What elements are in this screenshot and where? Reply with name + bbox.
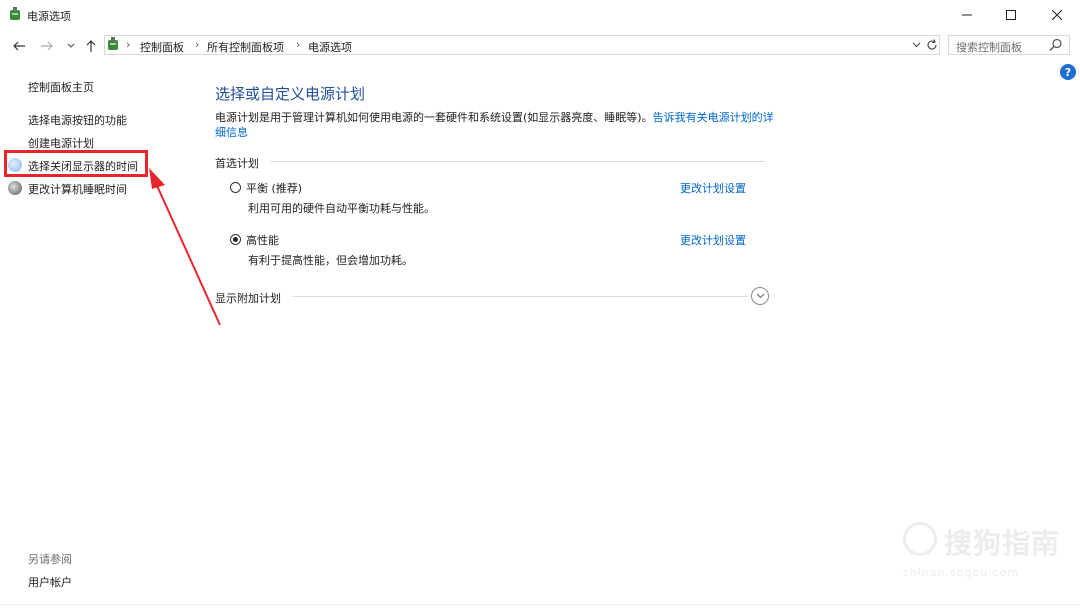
breadcrumb-separator-icon: ›	[296, 38, 301, 51]
back-button[interactable]	[10, 37, 28, 55]
preferred-plans-divider	[270, 161, 765, 162]
sidebar-link-create-plan[interactable]: 创建电源计划	[28, 135, 94, 151]
page-description: 电源计划是用于管理计算机如何使用电源的一套硬件和系统设置(如显示器亮度、睡眠等)…	[215, 110, 775, 140]
sidebar-link-power-buttons[interactable]: 选择电源按钮的功能	[28, 112, 127, 128]
chevron-down-icon	[912, 42, 920, 48]
control-panel-icon	[108, 37, 118, 50]
forward-button[interactable]	[38, 37, 56, 55]
high-performance-plan-description: 有利于提高性能，但会增加功耗。	[248, 254, 413, 267]
balanced-plan-name[interactable]: 平衡 (推荐)	[246, 180, 302, 196]
back-arrow-icon	[13, 41, 25, 51]
forward-arrow-icon	[41, 41, 53, 51]
sidebar-link-sleep[interactable]: 更改计算机睡眠时间	[28, 181, 127, 197]
maximize-button[interactable]	[988, 0, 1034, 30]
balanced-plan-description: 利用可用的硬件自动平衡功耗与性能。	[248, 202, 435, 215]
preferred-plans-label: 首选计划	[215, 157, 259, 170]
annotation-highlight-box	[4, 150, 148, 177]
see-also-header: 另请参阅	[28, 553, 72, 566]
balanced-plan-settings-link[interactable]: 更改计划设置	[680, 180, 746, 196]
description-text: 电源计划是用于管理计算机如何使用电源的一套硬件和系统设置(如显示器亮度、睡眠等)…	[215, 111, 653, 124]
page-title: 选择或自定义电源计划	[215, 85, 366, 103]
watermark-url: zhinan.sogou.com	[903, 566, 1020, 579]
title-bar	[0, 0, 1080, 30]
minimize-button[interactable]	[944, 0, 990, 30]
high-performance-plan-name[interactable]: 高性能	[246, 232, 279, 248]
refresh-icon	[927, 39, 937, 50]
watermark-logo-icon	[903, 522, 937, 556]
help-icon[interactable]: ?	[1060, 64, 1076, 80]
power-options-icon	[10, 7, 20, 20]
up-arrow-icon	[86, 40, 96, 52]
window-bottom-border	[0, 604, 1080, 609]
balanced-plan-radio[interactable]	[230, 182, 241, 193]
sleep-moon-icon	[8, 181, 22, 195]
chevron-down-icon	[756, 293, 764, 299]
refresh-button[interactable]	[924, 36, 940, 54]
breadcrumb-separator-icon: ›	[126, 38, 131, 51]
maximize-icon	[1006, 10, 1016, 20]
up-button[interactable]	[82, 37, 100, 55]
additional-plans-label[interactable]: 显示附加计划	[215, 290, 281, 306]
sidebar-link-user-accounts[interactable]: 用户帐户	[28, 574, 72, 590]
search-icon[interactable]	[1049, 38, 1063, 52]
search-placeholder: 搜索控制面板	[956, 41, 1022, 54]
watermark-text: 搜狗指南	[944, 527, 1061, 560]
address-history-dropdown[interactable]	[909, 37, 923, 53]
chevron-down-icon	[67, 43, 75, 48]
recent-locations-button[interactable]	[62, 37, 80, 55]
high-performance-plan-radio[interactable]	[230, 234, 241, 245]
close-button[interactable]	[1034, 0, 1080, 30]
minimize-icon	[962, 14, 972, 16]
high-performance-plan-settings-link[interactable]: 更改计划设置	[680, 232, 746, 248]
expand-additional-plans-button[interactable]	[751, 287, 769, 305]
sidebar-home-link[interactable]: 控制面板主页	[28, 79, 94, 95]
additional-plans-divider	[292, 296, 748, 297]
breadcrumb-separator-icon: ›	[195, 38, 200, 51]
breadcrumb-control-panel[interactable]: 控制面板	[140, 39, 184, 55]
breadcrumb-all-items[interactable]: 所有控制面板项	[207, 39, 284, 55]
close-icon	[1052, 10, 1062, 20]
breadcrumb-power-options[interactable]: 电源选项	[308, 39, 352, 55]
window-title: 电源选项	[27, 10, 71, 23]
